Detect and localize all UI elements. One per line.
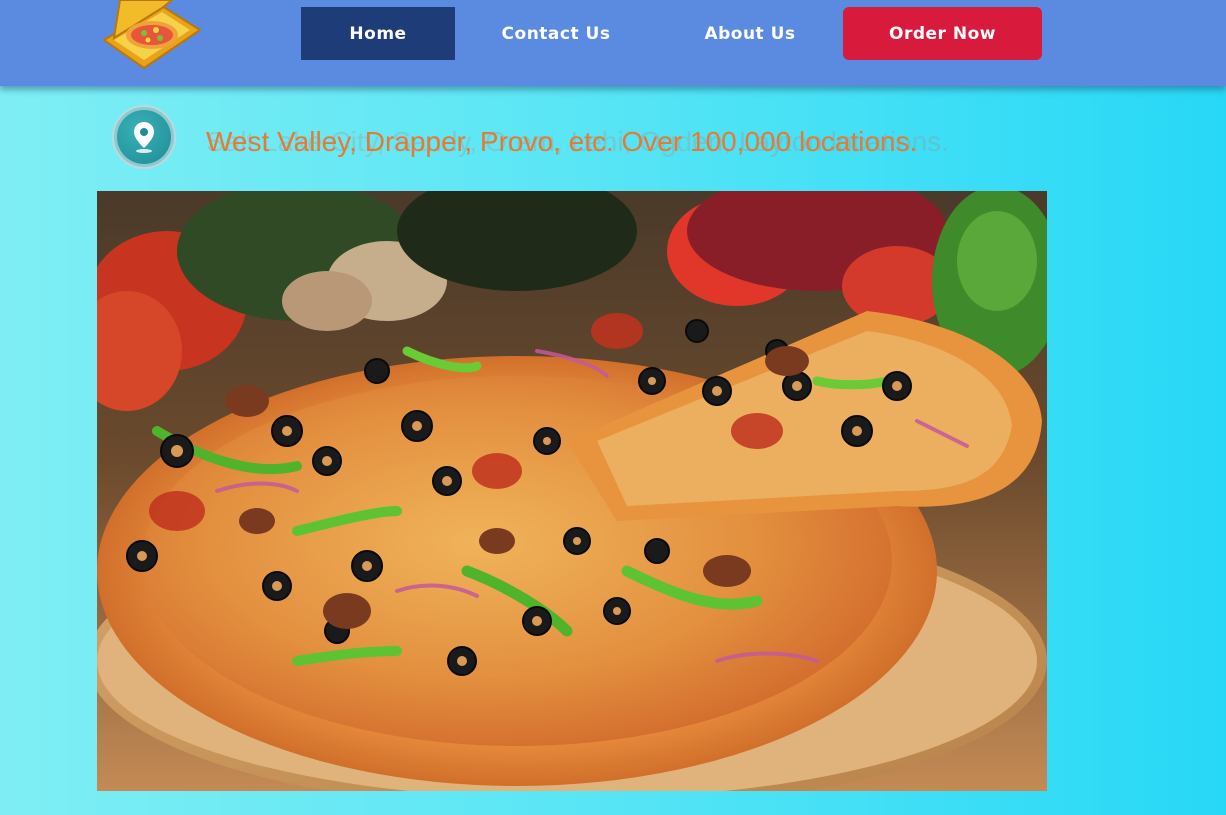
pizza-box-logo-icon[interactable] — [100, 0, 202, 70]
top-navbar: Home Contact Us About Us Order Now — [0, 0, 1226, 86]
order-now-button[interactable]: Order Now — [843, 7, 1042, 60]
location-text: West Valley, Drapper, Provo, etc. Over 1… — [206, 126, 918, 157]
location-banner: Salt Lake City, Sandy, Orem, Lehi, Ogden… — [112, 105, 1012, 171]
nav-about-us-link[interactable]: About Us — [672, 7, 828, 60]
nav-contact-us-link[interactable]: Contact Us — [478, 7, 634, 60]
pizza-hero-photo — [97, 191, 1047, 791]
location-pin-icon — [134, 122, 154, 153]
location-badge — [112, 105, 176, 169]
nav-home-tab[interactable]: Home — [301, 7, 455, 60]
